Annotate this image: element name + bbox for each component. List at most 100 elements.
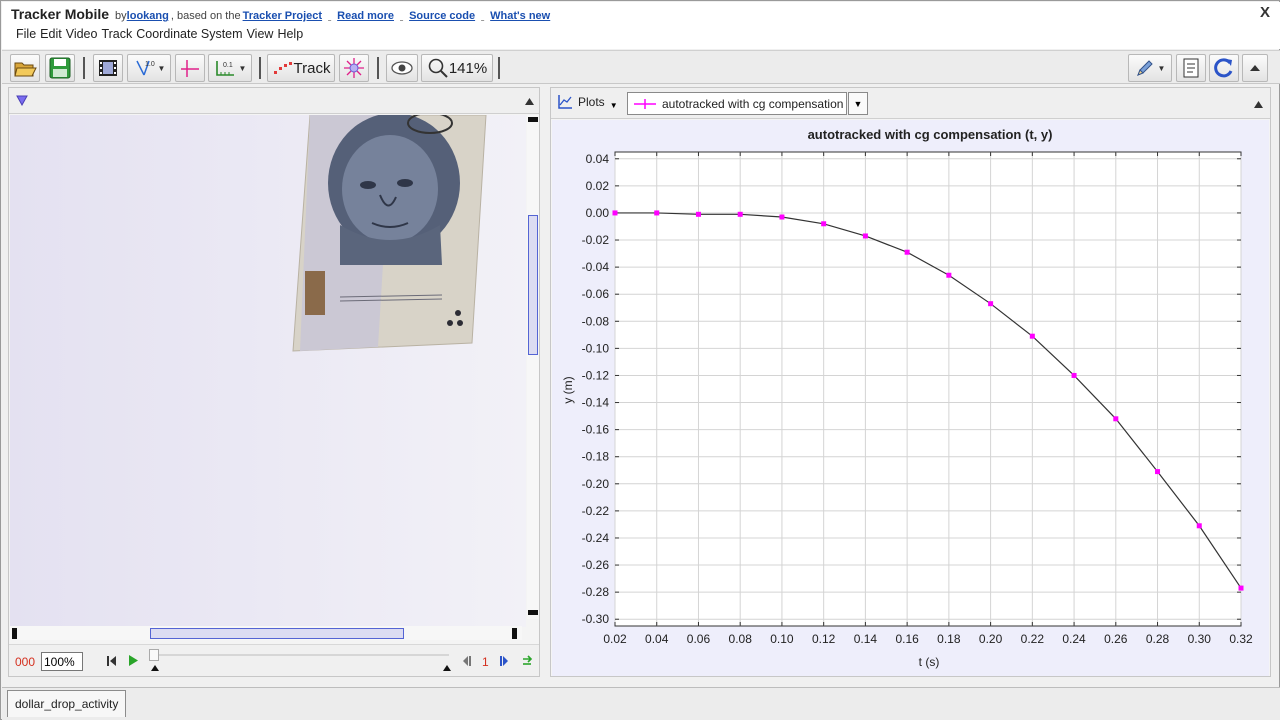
zoom-field[interactable] [41, 652, 83, 671]
y-tick-label: -0.22 [582, 504, 610, 518]
title-row: Tracker Mobile by lookang , based on the… [11, 6, 550, 24]
video-vertical-scrollbar[interactable] [527, 115, 539, 619]
notes-button[interactable] [1176, 54, 1206, 82]
loop-icon[interactable] [521, 655, 533, 667]
autotracker-button[interactable] [339, 54, 369, 82]
zoom-level: 141% [448, 59, 488, 77]
calibration-tools-button[interactable]: 1.0 ▼ [127, 54, 171, 82]
eye-icon [391, 61, 413, 75]
end-marker-icon[interactable] [443, 665, 451, 671]
save-icon [49, 57, 71, 79]
menu-view[interactable]: View [247, 27, 274, 41]
pencil-icon [1136, 60, 1153, 76]
coordinate-axes-button[interactable] [175, 54, 205, 82]
author-link[interactable]: lookang [127, 10, 169, 22]
save-button[interactable] [45, 54, 75, 82]
measuring-tools-button[interactable]: 0.1 ▼ [208, 54, 252, 82]
source-code-link[interactable]: Source code [409, 10, 475, 22]
video-clip-settings-button[interactable] [93, 54, 123, 82]
plot-icon [558, 95, 572, 109]
position-time-chart[interactable]: autotracked with cg compensation (t, y) … [552, 120, 1269, 676]
plots-menu-button[interactable]: Plots ▼ [557, 94, 618, 110]
menu-file[interactable]: File [16, 27, 36, 41]
magnifier-icon [428, 58, 448, 78]
menu-edit[interactable]: Edit [40, 27, 62, 41]
tab-dollar-drop-activity[interactable]: dollar_drop_activity [7, 690, 127, 717]
start-marker-icon[interactable] [151, 665, 159, 671]
data-point[interactable] [695, 211, 701, 217]
playback-slider-track[interactable] [149, 654, 449, 656]
data-point[interactable] [779, 214, 785, 220]
y-tick-label: 0.04 [586, 152, 610, 166]
plot-frame [614, 151, 1242, 627]
scroll-up-icon[interactable] [528, 117, 538, 123]
data-point[interactable] [904, 249, 910, 255]
step-forward-icon[interactable] [499, 656, 509, 666]
data-point[interactable] [1071, 372, 1077, 378]
menu-track[interactable]: Track [101, 27, 132, 41]
maximize-panel-icon[interactable] [1253, 100, 1264, 109]
data-point[interactable] [737, 211, 743, 217]
track-selector-dropdown[interactable]: ▼ [848, 92, 868, 115]
tracker-project-link[interactable]: Tracker Project [243, 10, 323, 22]
open-file-button[interactable] [10, 54, 40, 82]
refresh-button[interactable] [1209, 54, 1239, 82]
vertical-scroll-thumb[interactable] [528, 215, 538, 355]
playback-slider-thumb[interactable] [149, 649, 159, 661]
track-selected-label: autotracked with cg compensation [662, 96, 844, 111]
horizontal-scroll-thumb[interactable] [150, 628, 404, 639]
read-more-link[interactable]: Read more [337, 10, 394, 22]
y-tick-label: -0.02 [582, 233, 610, 247]
play-icon[interactable] [128, 655, 138, 666]
drawing-tools-button[interactable]: ▼ [1128, 54, 1172, 82]
track-line-icon [634, 98, 656, 109]
frame-counter[interactable]: 000 [15, 655, 35, 669]
x-tick-label: 0.18 [937, 632, 961, 646]
menu-video[interactable]: Video [66, 27, 98, 41]
data-point[interactable] [654, 210, 660, 216]
scroll-right-icon[interactable] [511, 628, 517, 639]
close-button[interactable]: X [1260, 4, 1270, 21]
y-tick-label: -0.20 [582, 477, 610, 491]
scroll-left-icon[interactable] [12, 628, 18, 639]
y-tick-label: -0.04 [582, 260, 610, 274]
track-selector[interactable]: autotracked with cg compensation [627, 92, 847, 115]
x-tick-label: 0.02 [603, 632, 627, 646]
x-tick-label: 0.16 [895, 632, 919, 646]
y-tick-label: -0.16 [582, 423, 610, 437]
y-tick-label: -0.06 [582, 287, 610, 301]
triangle-down-icon[interactable] [16, 95, 28, 106]
data-point[interactable] [862, 233, 868, 239]
video-frame[interactable] [10, 115, 526, 627]
data-point[interactable] [1238, 585, 1244, 591]
scroll-down-icon[interactable] [528, 609, 538, 615]
plot-area[interactable]: autotracked with cg compensation (t, y) … [552, 120, 1269, 676]
ruler-icon: 0.1 [215, 61, 234, 76]
data-point[interactable] [946, 272, 952, 278]
data-point[interactable] [612, 210, 618, 216]
reset-icon[interactable] [107, 656, 117, 666]
create-track-button[interactable]: Track [267, 54, 335, 82]
data-point[interactable] [1113, 416, 1119, 422]
whats-new-link[interactable]: What's new [490, 10, 550, 22]
x-tick-label: 0.14 [854, 632, 878, 646]
video-horizontal-scrollbar[interactable] [10, 626, 522, 640]
zoom-button[interactable]: 141% [421, 54, 493, 82]
visibility-button[interactable] [386, 54, 418, 82]
data-point[interactable] [1155, 469, 1161, 475]
menu-coordinate-system[interactable]: Coordinate System [136, 27, 242, 41]
step-size[interactable]: 1 [482, 655, 489, 669]
open-folder-icon [14, 62, 37, 77]
menu-help[interactable]: Help [277, 27, 303, 41]
collapse-toolbar-button[interactable] [1242, 54, 1268, 82]
data-point[interactable] [821, 221, 827, 227]
calibration-label: 1.0 [145, 61, 155, 68]
maximize-panel-icon[interactable] [524, 97, 535, 106]
toolbar-separator [498, 57, 500, 79]
step-back-icon[interactable] [462, 656, 472, 666]
chevron-down-icon: ▼ [1157, 63, 1166, 73]
y-tick-label: 0.00 [586, 206, 610, 220]
data-point[interactable] [988, 301, 994, 307]
data-point[interactable] [1196, 523, 1202, 529]
data-point[interactable] [1029, 333, 1035, 339]
